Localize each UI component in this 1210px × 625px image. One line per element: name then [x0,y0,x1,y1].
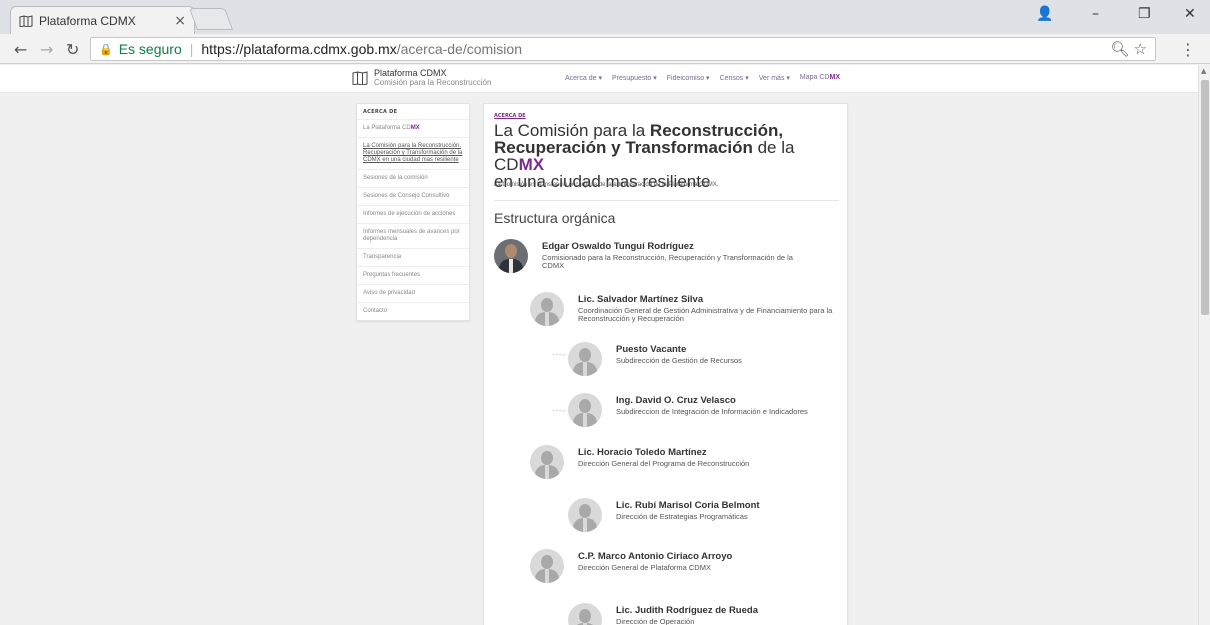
url-host: https://plataforma.cdmx.gob.mx [201,41,397,57]
tab-title: Plataforma CDMX [39,13,136,28]
person-role: Coordinación General de Gestión Administ… [578,306,833,323]
page-title: La Comisión para la Reconstrucción, Recu… [494,121,795,191]
avatar-placeholder-icon [568,603,602,625]
nav-ver-mas[interactable]: Ver más ▾ [759,74,790,82]
person-card: Lic. Salvador Martínez Silva Coordinación… [530,292,848,326]
lock-icon: 🔒 [99,43,113,56]
tab-close-icon[interactable]: × [174,13,186,29]
profile-icon[interactable]: 👤 [1036,6,1053,22]
org-connector: ---- [552,351,567,359]
sidebar-item-plataforma[interactable]: La Plataforma CDMX [357,119,469,137]
tab-strip: Plataforma CDMX × 👤 – ❐ ✕ [0,0,1210,34]
sidebar-item-informes-mensuales[interactable]: Informes mensuales de avances por depend… [357,223,469,248]
nav-acerca-de[interactable]: Acerca de ▾ [565,74,602,82]
sidebar-item-sesiones-comision[interactable]: Sesiones de la comisión [357,169,469,187]
nav-censos[interactable]: Censos ▾ [720,74,749,82]
menu-icon[interactable]: ⋮ [1180,40,1196,59]
browser-toolbar: ← → ↻ 🔒 Es seguro | https://plataforma.c… [0,34,1210,64]
person-card: Puesto Vacante Subdirección de Gestión de… [568,342,886,376]
sidebar-heading: ACERCA DE [363,109,398,115]
person-card: Lic. Rubí Marisol Coria Belmont Dirección… [568,498,886,532]
person-role: Dirección General de Plataforma CDMX [578,563,711,572]
person-card: Ing. David O. Cruz Velasco Subdireccion d… [568,393,886,427]
browser-tab[interactable]: Plataforma CDMX × [10,6,195,34]
map-icon [19,14,33,27]
person-name: Lic. Judith Rodríguez de Rueda [616,605,758,616]
reload-icon[interactable]: ↻ [66,40,79,59]
person-name: Edgar Oswaldo Tunguí Rodríguez [542,241,694,252]
section-title: Estructura orgánica [494,210,616,226]
person-card: Lic. Horacio Toledo Martínez Dirección Ge… [530,445,848,479]
back-icon[interactable]: ← [14,40,27,59]
site-header: Plataforma CDMX Comisión para la Reconst… [0,65,1198,93]
person-role: Comisionado para la Reconstrucción, Recu… [542,253,793,270]
breadcrumb[interactable]: ACERCA DE [494,113,526,119]
person-name: Lic. Rubí Marisol Coria Belmont [616,500,760,511]
nav-mapa-cdmx[interactable]: Mapa CDMX [800,74,840,82]
url-separator: | [189,41,194,57]
main-content: ACERCA DE La Comisión para la Reconstruc… [483,103,848,625]
maximize-icon[interactable]: ❐ [1138,6,1151,22]
sidebar-item-aviso[interactable]: Aviso de privacidad [357,284,469,302]
person-name: Ing. David O. Cruz Velasco [616,395,736,406]
person-role: Dirección de Estrategias Programáticas [616,512,748,521]
divider [494,200,839,201]
sidebar-item-comision[interactable]: La Comisión para la Reconstrucción, Recu… [357,137,469,169]
person-role: Dirección General del Programa de Recons… [578,459,750,468]
nav-fideicomiso[interactable]: Fideicomiso ▾ [667,74,710,82]
map-logo-icon [352,71,368,85]
sidebar-item-preguntas[interactable]: Preguntas frecuentes [357,266,469,284]
url-path: /acerca-de/comision [396,41,522,57]
person-commissioner: Edgar Oswaldo Tunguí Rodríguez Comisionad… [494,239,812,273]
sidebar: ACERCA DE La Plataforma CDMX La Comisión… [356,103,470,321]
avatar-placeholder-icon [530,549,564,583]
person-role: Subdirección de Gestión de Recursos [616,356,742,365]
minimize-icon[interactable]: – [1092,6,1099,22]
avatar-placeholder-icon [530,292,564,326]
org-connector: ---- [552,407,567,415]
sidebar-item-informes-ejecucion[interactable]: Informes de ejecución de acciones [357,205,469,223]
avatar-placeholder-icon [568,498,602,532]
person-card: C.P. Marco Antonio Ciriaco Arroyo Direcci… [530,549,848,583]
scroll-up-icon[interactable]: ▲ [1201,67,1206,75]
avatar-placeholder-icon [568,342,602,376]
page-viewport: Plataforma CDMX Comisión para la Reconst… [0,65,1198,625]
new-tab-button[interactable] [188,8,234,30]
person-name: Lic. Horacio Toledo Martínez [578,447,707,458]
nav-presupuesto[interactable]: Presupuesto ▾ [612,74,657,82]
close-window-icon[interactable]: ✕ [1184,6,1196,22]
person-name: C.P. Marco Antonio Ciriaco Arroyo [578,551,733,562]
person-role: Subdireccion de Integración de Informaci… [616,407,808,416]
site-logo[interactable]: Plataforma CDMX Comisión para la Reconst… [352,69,491,87]
person-card: Lic. Judith Rodríguez de Rueda Dirección … [568,603,886,625]
main-nav: Acerca de ▾ Presupuesto ▾ Fideicomiso ▾ … [565,74,840,82]
logo-subtitle: Comisión para la Reconstrucción [374,78,492,87]
logo-title: Plataforma CDMX [374,68,447,78]
sidebar-item-contacto[interactable]: Contacto [357,302,469,320]
person-name: Puesto Vacante [616,344,687,355]
person-role: Dirección de Operación [616,617,695,625]
avatar-placeholder-icon [530,445,564,479]
page-scrollbar[interactable]: ▲ [1198,65,1210,625]
avatar-placeholder-icon [568,393,602,427]
scroll-thumb[interactable] [1201,80,1209,315]
person-name: Lic. Salvador Martínez Silva [578,294,704,305]
forward-icon[interactable]: → [40,40,53,59]
intro-text: La Comisión es la instancia encargada de… [494,182,719,188]
address-bar[interactable]: 🔒 Es seguro | https://plataforma.cdmx.go… [90,37,1156,61]
zoom-icon[interactable]: 🔍︎ ☆ [1110,40,1147,58]
avatar [494,239,528,273]
sidebar-item-sesiones-consejo[interactable]: Sesiones de Consejo Consultivo [357,187,469,205]
secure-label: Es seguro [118,41,182,57]
sidebar-item-transparencia[interactable]: Transparencia [357,248,469,266]
